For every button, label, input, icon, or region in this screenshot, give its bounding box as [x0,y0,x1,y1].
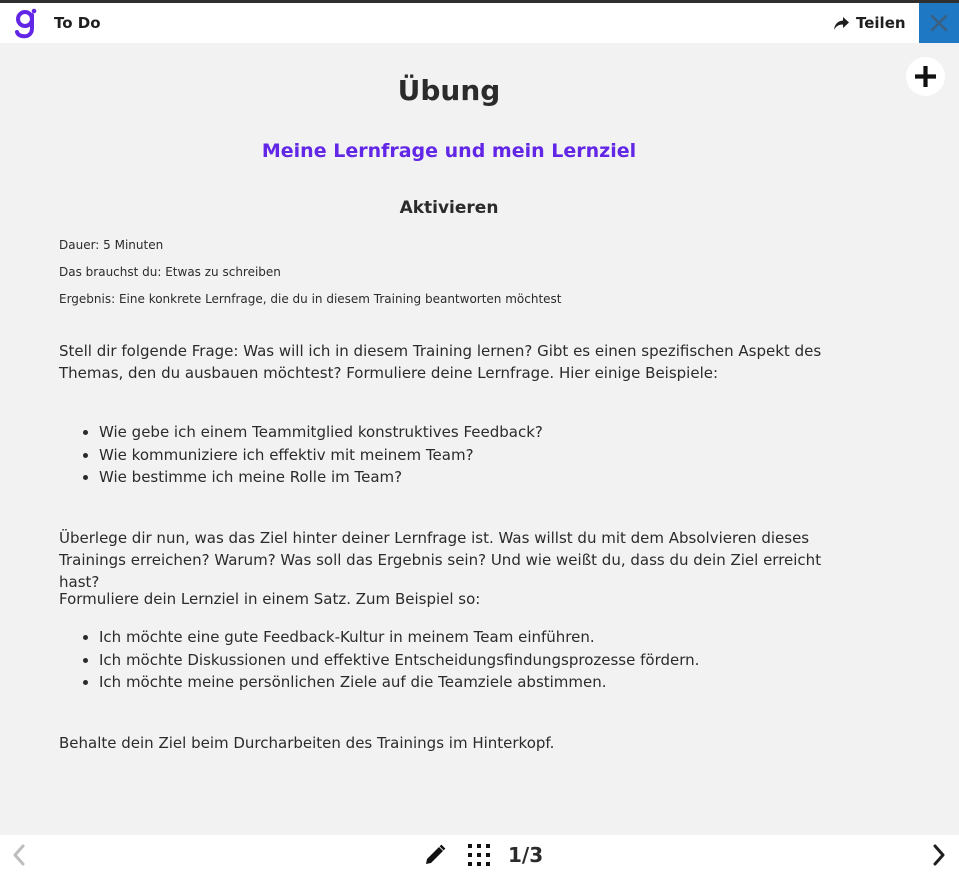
section-title: Aktivieren [399,198,499,218]
next-page-button[interactable] [928,843,950,867]
plus-icon [915,66,936,87]
list-item: Wie gebe ich einem Teammitglied konstruk… [99,421,543,444]
close-button[interactable] [919,3,959,43]
close-icon [930,14,948,32]
list-item: Ich möchte Diskussionen und effektive En… [99,649,699,672]
add-button[interactable] [906,57,945,96]
exercise-subtitle: Meine Lernfrage und mein Lernziel [261,140,637,162]
share-arrow-icon [834,16,849,30]
chevron-right-icon [933,844,945,866]
list-item: Ich möchte meine persönlichen Ziele auf … [99,671,699,694]
share-label: Teilen [856,14,906,32]
meta-result: Ergebnis: Eine konkrete Lernfrage, die d… [59,292,562,306]
closing-paragraph: Behalte dein Ziel beim Durcharbeiten des… [59,734,555,752]
pencil-icon [426,844,446,864]
page-title: Übung [397,74,501,107]
list-item: Wie bestimme ich meine Rolle im Team? [99,466,543,489]
share-button[interactable]: Teilen [833,11,906,35]
edit-button[interactable] [423,843,447,867]
app-title: To Do [54,14,101,32]
goal-paragraph: Überlege dir nun, was das Ziel hinter de… [59,529,822,591]
top-bar: To Do Teilen [0,3,959,43]
grid-icon [468,844,490,866]
meta-duration: Dauer: 5 Minuten [59,238,164,252]
chevron-left-icon [13,844,25,866]
bottom-navigation: 1/3 [0,835,959,874]
overview-grid-button[interactable] [466,843,492,867]
list-item: Wie kommuniziere ich effektiv mit meinem… [99,444,543,467]
goal-examples-list: Ich möchte eine gute Feedback-Kultur in … [59,626,699,694]
list-item: Ich möchte eine gute Feedback-Kultur in … [99,626,699,649]
previous-page-button[interactable] [8,843,30,867]
app-logo-icon [13,7,39,39]
goal-instruction: Formuliere dein Lernziel in einem Satz. … [59,590,481,608]
page-indicator: 1/3 [508,843,544,867]
question-examples-list: Wie gebe ich einem Teammitglied konstruk… [59,421,543,489]
intro-paragraph: Stell dir folgende Frage: Was will ich i… [59,342,822,382]
meta-materials: Das brauchst du: Etwas zu schreiben [59,265,281,279]
